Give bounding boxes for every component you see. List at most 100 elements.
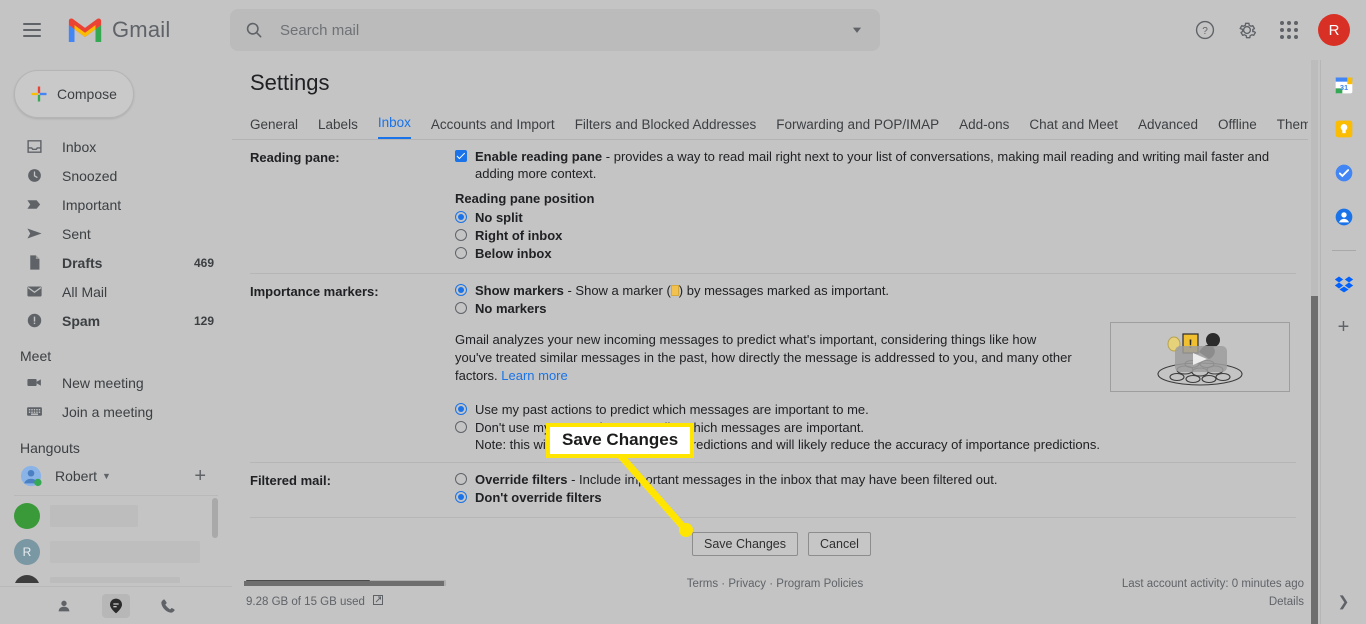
gear-icon[interactable] <box>1234 17 1260 43</box>
external-link-icon[interactable] <box>372 594 384 609</box>
hangouts-contact-list[interactable]: R <box>14 495 218 583</box>
importance-option-no-markers[interactable]: No markers <box>455 300 1296 317</box>
sidebar-item-spam[interactable]: Spam 129 <box>0 306 232 335</box>
setting-row-reading-pane: Reading pane: Enable reading pane - prov… <box>250 140 1296 274</box>
hangouts-chat-icon[interactable] <box>102 593 130 618</box>
sidebar-label: Join a meeting <box>62 403 154 420</box>
learn-more-link[interactable]: Learn more <box>501 368 567 383</box>
reading-pane-option-right-of-inbox[interactable]: Right of inbox <box>455 227 1296 244</box>
dropbox-icon[interactable] <box>1333 273 1355 295</box>
tab-filters-and-blocked-addresses[interactable]: Filters and Blocked Addresses <box>575 117 757 139</box>
enable-reading-pane-text: Enable reading pane - provides a way to … <box>475 148 1296 182</box>
list-item[interactable] <box>14 572 218 583</box>
radio-dont-use-past-actions[interactable] <box>455 421 467 433</box>
mail-stack-icon <box>24 282 44 302</box>
setting-row-filtered-mail: Filtered mail: Override filters - Includ… <box>250 463 1296 518</box>
list-item[interactable]: R <box>14 536 218 568</box>
settings-main: Settings General Labels Inbox Accounts a… <box>232 60 1326 624</box>
program-policies-link[interactable]: Program Policies <box>776 578 863 590</box>
radio-use-past-actions[interactable] <box>455 403 467 415</box>
radio-no-markers-label: No markers <box>475 301 547 316</box>
prediction-option-use-past-actions[interactable]: Use my past actions to predict which mes… <box>455 401 1296 418</box>
contact-list-scrollbar[interactable] <box>212 498 218 538</box>
inbox-icon <box>24 137 44 157</box>
radio-dont-override-filters[interactable] <box>455 491 467 503</box>
add-addon-icon[interactable]: + <box>1338 317 1350 337</box>
plus-icon[interactable]: + <box>194 466 206 486</box>
footer-separator-2: · <box>766 578 777 590</box>
importance-markers-video-thumbnail[interactable]: ! <box>1110 322 1290 392</box>
blurred-contact-name <box>50 505 138 527</box>
tab-forwarding-and-pop-imap[interactable]: Forwarding and POP/IMAP <box>776 117 939 139</box>
settings-tabs: General Labels Inbox Accounts and Import… <box>232 112 1326 140</box>
hamburger-icon[interactable] <box>20 18 44 42</box>
phone-icon[interactable] <box>154 594 182 618</box>
sidebar-item-sent[interactable]: Sent <box>0 219 232 248</box>
contacts-icon[interactable] <box>50 594 78 618</box>
radio-below-inbox[interactable] <box>455 247 467 259</box>
google-keep-icon[interactable] <box>1333 118 1355 140</box>
tab-chat-and-meet[interactable]: Chat and Meet <box>1029 117 1118 139</box>
tab-general[interactable]: General <box>250 117 298 139</box>
filtered-option-dont-override-filters[interactable]: Don't override filters <box>455 489 1296 506</box>
compose-label: Compose <box>57 86 117 102</box>
radio-right-of-inbox[interactable] <box>455 229 467 241</box>
terms-link[interactable]: Terms <box>687 578 718 590</box>
importance-option-show-markers[interactable]: Show markers - Show a marker () by messa… <box>455 282 1296 299</box>
row-label: Reading pane: <box>250 150 340 165</box>
enable-reading-pane-checkbox[interactable] <box>455 150 467 162</box>
radio-override-filters[interactable] <box>455 473 467 485</box>
avatar <box>14 575 40 583</box>
importance-marker-chip-icon <box>670 285 679 296</box>
privacy-link[interactable]: Privacy <box>728 578 766 590</box>
save-changes-button[interactable]: Save Changes <box>692 532 799 556</box>
reading-pane-option-below-inbox[interactable]: Below inbox <box>455 245 1296 262</box>
list-item[interactable] <box>14 500 218 532</box>
google-contacts-icon[interactable] <box>1333 206 1355 228</box>
gmail-logo[interactable]: Gmail <box>66 16 170 44</box>
tab-offline[interactable]: Offline <box>1218 117 1257 139</box>
radio-show-markers[interactable] <box>455 284 467 296</box>
main-horizontal-scrollbar[interactable] <box>244 581 444 586</box>
sidebar-item-join-meeting[interactable]: Join a meeting <box>0 397 232 426</box>
google-tasks-icon[interactable] <box>1333 162 1355 184</box>
help-icon[interactable]: ? <box>1192 17 1218 43</box>
svg-text:?: ? <box>1202 26 1208 37</box>
avatar[interactable]: R <box>1318 14 1350 46</box>
sidebar-item-new-meeting[interactable]: New meeting <box>0 368 232 397</box>
apps-grid-icon[interactable] <box>1276 17 1302 43</box>
details-link[interactable]: Details <box>1122 596 1304 608</box>
radio-no-markers[interactable] <box>455 302 467 314</box>
search-input[interactable] <box>278 20 850 40</box>
cancel-button[interactable]: Cancel <box>808 532 871 556</box>
sidebar-item-snoozed[interactable]: Snoozed <box>0 161 232 190</box>
google-calendar-icon[interactable]: 31 <box>1333 74 1355 96</box>
search-bar[interactable] <box>230 9 880 51</box>
tab-inbox[interactable]: Inbox <box>377 115 411 139</box>
sidebar-item-important[interactable]: Important <box>0 190 232 219</box>
enable-reading-pane-option[interactable]: Enable reading pane - provides a way to … <box>455 148 1296 182</box>
hangouts-user-row[interactable]: Robert ▼ + <box>0 465 232 487</box>
avatar <box>14 503 40 529</box>
show-markers-pre: - Show a marker ( <box>563 283 671 298</box>
radio-no-split[interactable] <box>455 211 467 223</box>
reading-pane-option-no-split[interactable]: No split <box>455 209 1296 226</box>
chevron-down-icon[interactable]: ▼ <box>102 471 111 481</box>
sidebar-item-drafts[interactable]: Drafts 469 <box>0 248 232 277</box>
override-filters-text: Override filters - Include important mes… <box>475 471 1296 488</box>
tab-labels[interactable]: Labels <box>318 117 358 139</box>
sidebar-item-inbox[interactable]: Inbox <box>0 132 232 161</box>
radio-right-of-inbox-label: Right of inbox <box>475 228 563 243</box>
tab-add-ons[interactable]: Add-ons <box>959 117 1009 139</box>
search-options-caret-icon[interactable] <box>850 23 864 37</box>
setting-row-importance-markers: Importance markers: Show markers - Show … <box>250 274 1296 463</box>
sidebar-item-all-mail[interactable]: All Mail <box>0 277 232 306</box>
meet-heading: Meet <box>20 348 52 364</box>
tab-accounts-and-import[interactable]: Accounts and Import <box>431 117 555 139</box>
main-vertical-scrollbar[interactable] <box>1308 60 1320 624</box>
chevron-right-icon[interactable]: ❯ <box>1338 593 1350 610</box>
tab-advanced[interactable]: Advanced <box>1138 117 1198 139</box>
scrollbar-thumb[interactable] <box>1311 296 1318 624</box>
compose-button[interactable]: Compose <box>14 70 134 118</box>
filtered-option-override-filters[interactable]: Override filters - Include important mes… <box>455 471 1296 488</box>
